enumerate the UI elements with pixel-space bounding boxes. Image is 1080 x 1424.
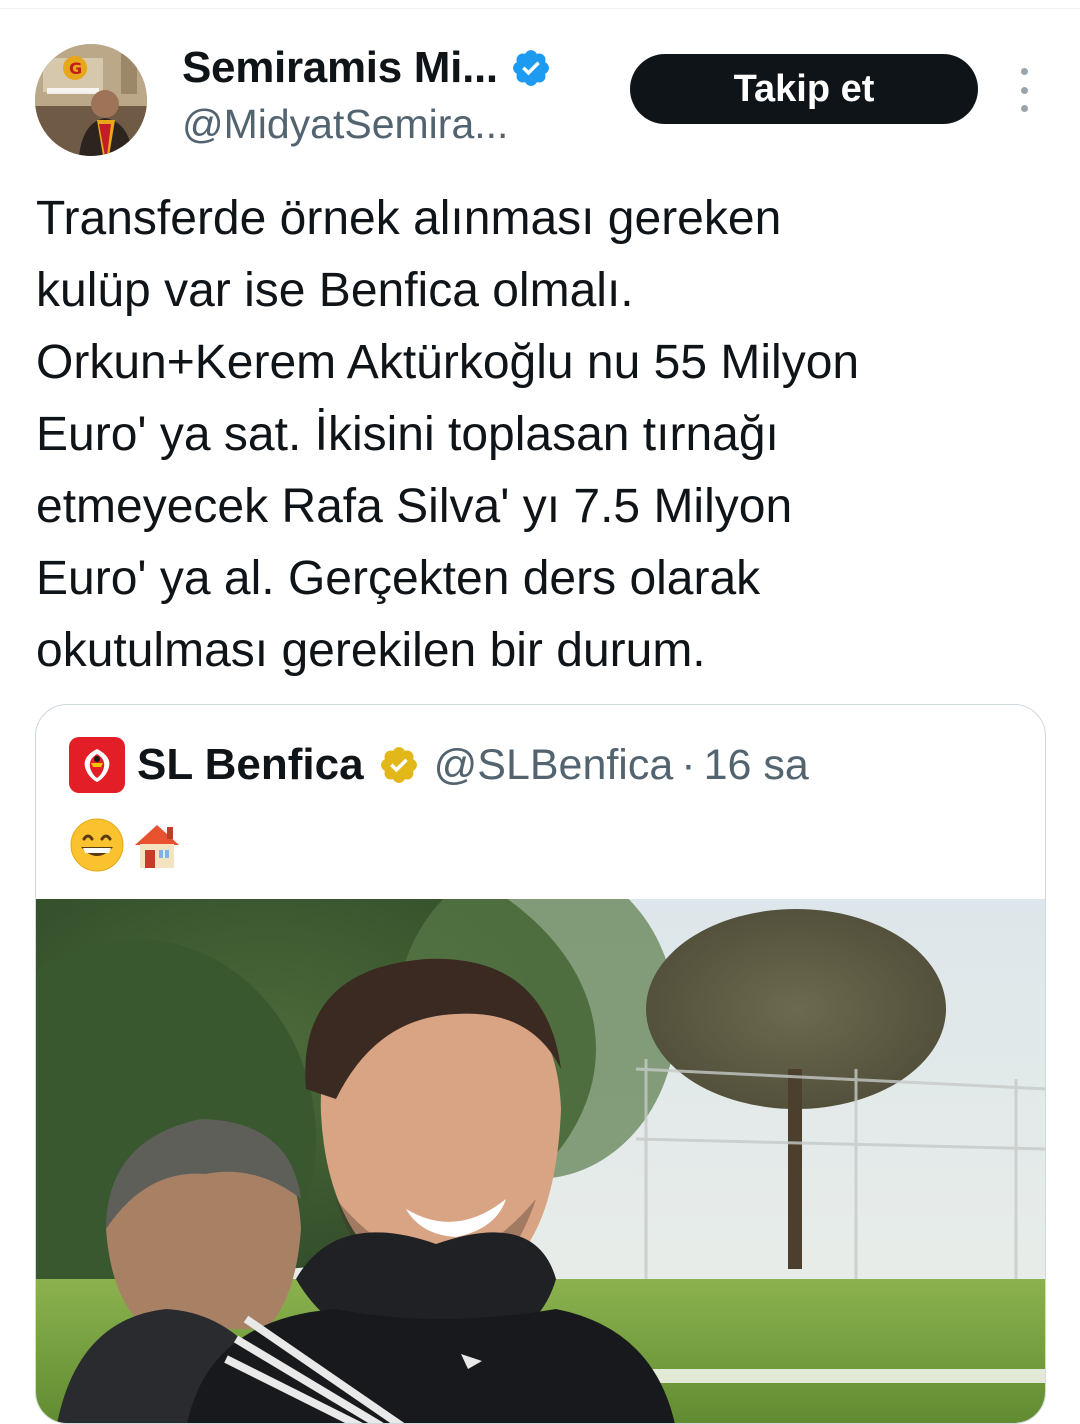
tweet-line: Euro' ya al. Gerçekten ders olarak <box>36 552 761 605</box>
house-icon <box>135 825 179 868</box>
author-handle[interactable]: @MidyatSemira... <box>182 101 508 148</box>
benfica-logo-icon <box>69 737 125 793</box>
follow-button[interactable]: Takip et <box>630 54 978 124</box>
quoted-timestamp[interactable]: 16 sa <box>704 741 809 790</box>
svg-text:G: G <box>69 59 82 78</box>
tweet-line: Transferde örnek alınması gereken <box>36 192 782 245</box>
verified-badge-icon <box>512 50 549 86</box>
quoted-author-handle[interactable]: @SLBenfica <box>434 741 674 790</box>
quoted-author-name[interactable]: SL Benfica <box>137 740 364 790</box>
author-avatar[interactable]: G <box>35 44 147 156</box>
more-vertical-icon[interactable] <box>1010 68 1038 112</box>
tweet-line: etmeyecek Rafa Silva' yı 7.5 Milyon <box>36 480 793 533</box>
quoted-tweet-card[interactable]: SL Benfica @SLBenfica · 16 sa <box>35 704 1046 1424</box>
tweet-line: Orkun+Kerem Aktürkoğlu nu 55 Milyon <box>36 336 860 389</box>
quoted-media-image[interactable] <box>36 899 1045 1423</box>
author-name[interactable]: Semiramis Mi... <box>182 43 498 93</box>
tweet-line: kulüp var ise Benfica olmalı. <box>36 264 634 317</box>
quoted-separator: · <box>681 740 696 789</box>
gold-verified-badge-icon <box>380 747 417 783</box>
tweet-line: Euro' ya sat. İkisini toplasan tırnağı <box>36 408 779 461</box>
grinning-face-icon <box>70 818 124 872</box>
top-divider <box>0 8 1080 9</box>
tweet-line: okutulması gerekilen bir durum. <box>36 624 706 677</box>
quoted-header: SL Benfica @SLBenfica · 16 sa <box>69 735 809 795</box>
author-name-row[interactable]: Semiramis Mi... <box>182 40 552 96</box>
quoted-text <box>69 815 185 875</box>
tweet-text: Transferde örnek alınması gereken kulüp … <box>36 183 1046 687</box>
